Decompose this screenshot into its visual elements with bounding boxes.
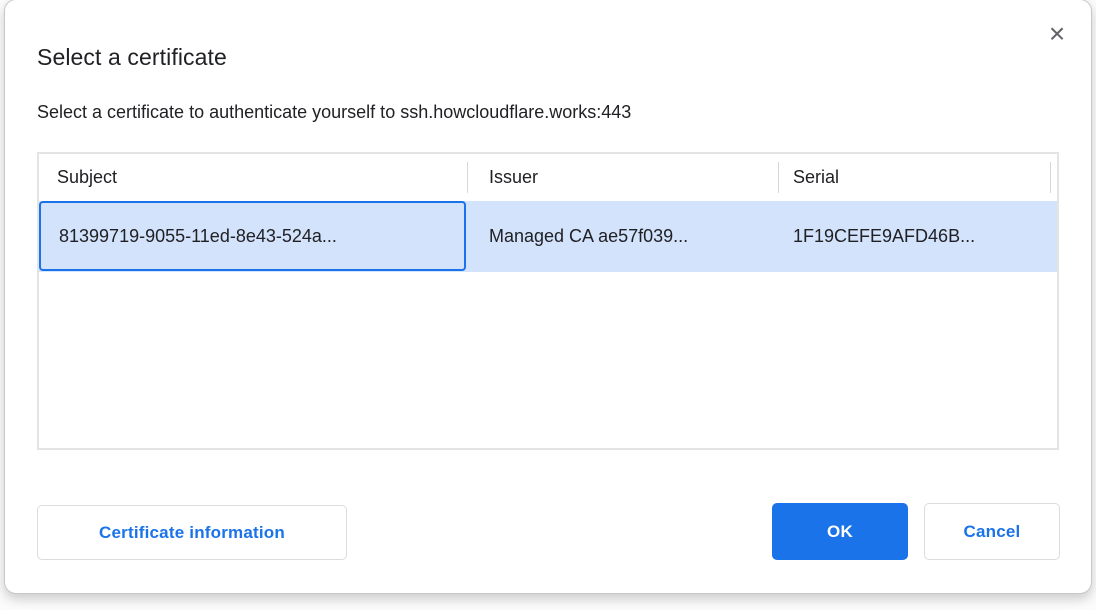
cell-serial[interactable]: 1F19CEFE9AFD46B... [778, 226, 1057, 247]
certificate-row[interactable]: 81399719-9055-11ed-8e43-524a... Managed … [39, 201, 1057, 272]
cell-subject[interactable]: 81399719-9055-11ed-8e43-524a... [39, 226, 467, 247]
certificate-select-dialog: × Select a certificate Select a certific… [4, 0, 1092, 594]
close-icon: × [1049, 20, 1065, 48]
certificate-table: Subject Issuer Serial 81399719-9055-11ed… [37, 152, 1059, 450]
table-header: Subject Issuer Serial [39, 154, 1057, 201]
column-divider [778, 162, 779, 193]
certificate-information-button[interactable]: Certificate information [37, 505, 347, 560]
dialog-subtitle: Select a certificate to authenticate you… [37, 102, 631, 123]
ok-button[interactable]: OK [772, 503, 908, 560]
column-header-subject[interactable]: Subject [39, 167, 467, 188]
cancel-button[interactable]: Cancel [924, 503, 1060, 560]
close-button[interactable]: × [1042, 19, 1072, 49]
cell-issuer[interactable]: Managed CA ae57f039... [467, 226, 778, 247]
column-header-serial[interactable]: Serial [778, 167, 1057, 188]
column-header-issuer[interactable]: Issuer [467, 167, 778, 188]
column-divider [1050, 162, 1051, 193]
dialog-title: Select a certificate [37, 44, 227, 71]
column-divider [467, 162, 468, 193]
